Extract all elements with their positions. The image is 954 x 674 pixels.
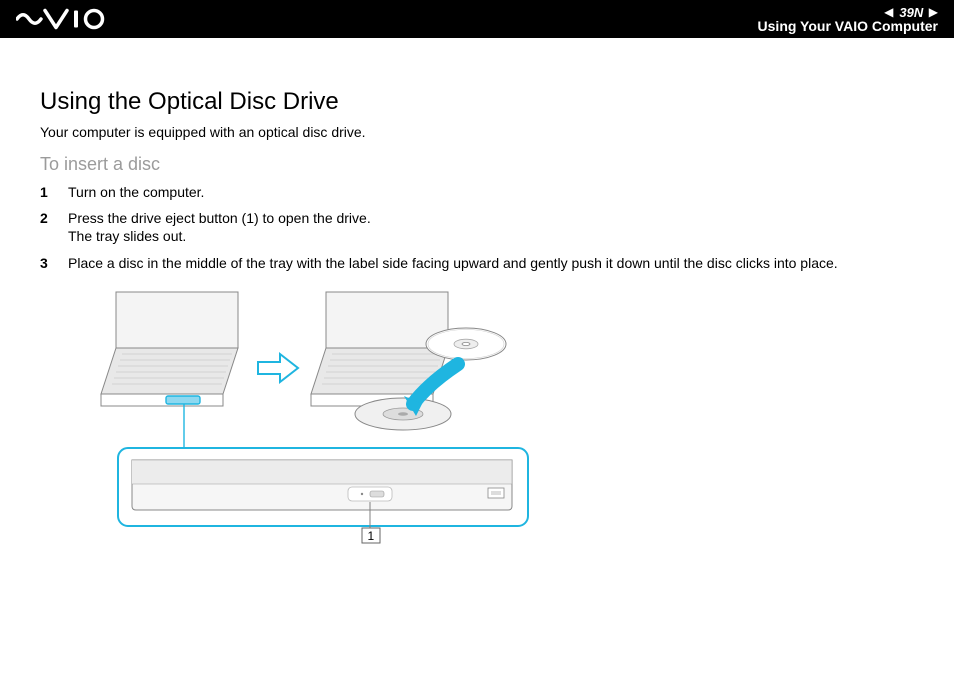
arrow-icon	[258, 354, 298, 382]
vaio-logo-icon	[16, 7, 106, 31]
illustration: 1	[68, 284, 920, 549]
step-text: Turn on the computer.	[68, 183, 920, 201]
callout-label: 1	[368, 529, 375, 543]
header: ◀ 39N ▶ Using Your VAIO Computer	[0, 0, 954, 38]
disc-drive-illustration-icon: 1	[68, 284, 588, 544]
step-number: 2	[40, 209, 68, 245]
step-item: 2 Press the drive eject button (1) to op…	[40, 209, 920, 245]
step-number: 1	[40, 183, 68, 201]
vaio-logo	[16, 7, 106, 31]
step-text: Press the drive eject button (1) to open…	[68, 209, 920, 245]
step-number: 3	[40, 254, 68, 272]
step-text: Place a disc in the middle of the tray w…	[68, 254, 920, 272]
main-content: Using the Optical Disc Drive Your comput…	[0, 38, 954, 549]
intro-text: Your computer is equipped with an optica…	[40, 124, 920, 140]
section-subtitle: To insert a disc	[40, 154, 920, 175]
step-item: 1 Turn on the computer.	[40, 183, 920, 201]
step-item: 3 Place a disc in the middle of the tray…	[40, 254, 920, 272]
step-list: 1 Turn on the computer. 2 Press the driv…	[40, 183, 920, 272]
header-right: ◀ 39N ▶ Using Your VAIO Computer	[758, 5, 938, 34]
section-label: Using Your VAIO Computer	[758, 18, 938, 34]
page-title: Using the Optical Disc Drive	[40, 88, 920, 116]
